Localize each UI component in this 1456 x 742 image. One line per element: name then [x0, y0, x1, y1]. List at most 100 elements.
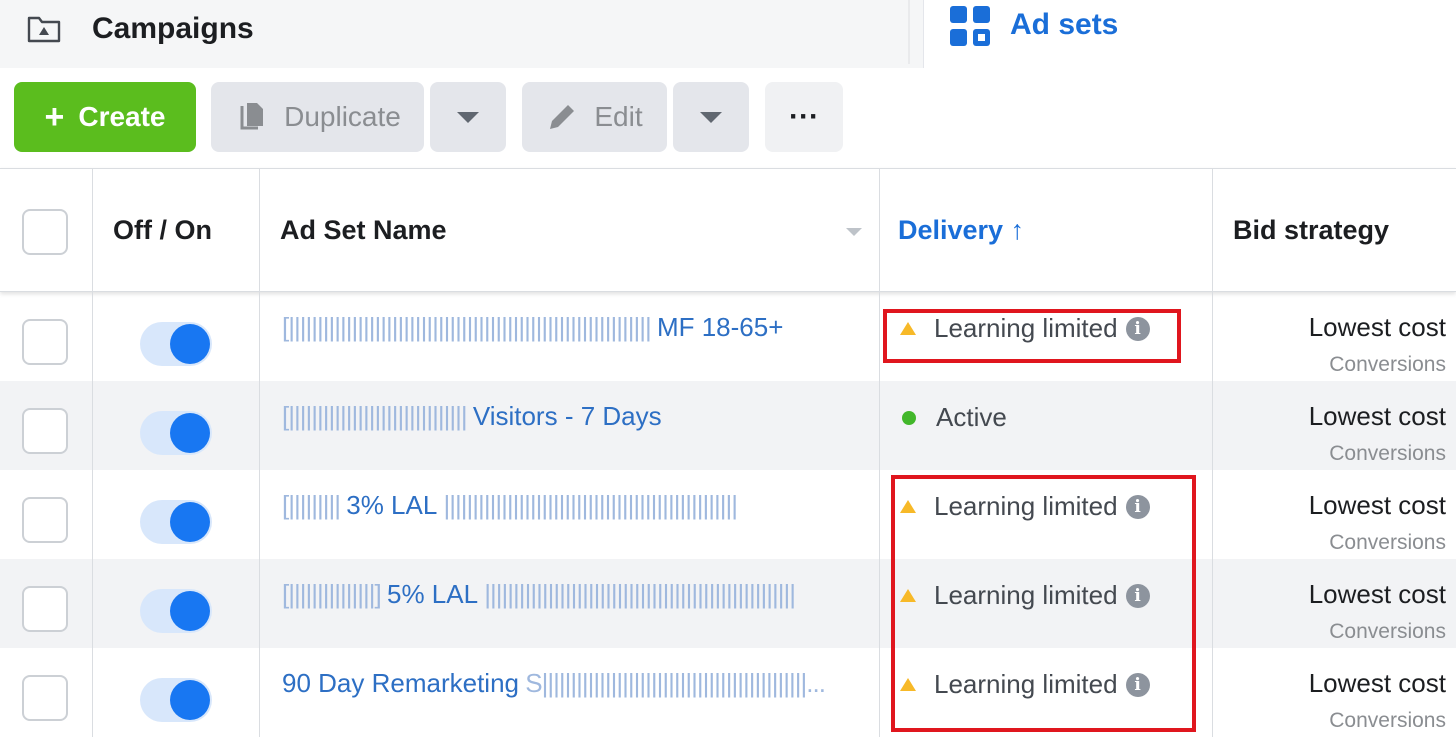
table-header: Off / On Ad Set Name Delivery ↑ Bid stra… [0, 168, 1456, 292]
name-text: 3% LAL [346, 490, 438, 520]
duplicate-button-label: Duplicate [284, 101, 401, 132]
header-delivery[interactable]: Delivery ↑ [880, 169, 1213, 291]
bid-strategy-cell: Lowest cost Conversions [1309, 490, 1446, 555]
name-suffix: S|||||||||||||||||||||||||||||||||||||||… [519, 668, 826, 698]
bid-strategy-cell: Lowest cost Conversions [1309, 579, 1446, 644]
column-divider [92, 648, 93, 737]
table-row[interactable]: [||||||||||||||||||||||||||||||| Visitor… [0, 381, 1456, 470]
column-divider [879, 559, 880, 648]
name-prefix: [|||||||||||||||] [282, 579, 387, 609]
column-divider [92, 292, 93, 381]
column-divider [92, 470, 93, 559]
tab-campaigns-label: Campaigns [92, 12, 254, 45]
sort-chevron-icon[interactable] [846, 228, 862, 236]
row-checkbox[interactable] [22, 408, 68, 454]
column-divider [259, 381, 260, 470]
highlight-box [891, 475, 1196, 732]
duplicate-dropdown-button[interactable] [430, 82, 506, 152]
header-select-cell [0, 169, 93, 291]
ad-set-name-link[interactable]: 90 Day Remarketing S||||||||||||||||||||… [282, 668, 862, 699]
header-delivery-label: Delivery ↑ [898, 215, 1025, 245]
bid-strategy-goal: Conversions [1329, 709, 1446, 732]
bid-strategy-value: Lowest cost [1308, 312, 1446, 342]
column-divider [879, 648, 880, 737]
table-row[interactable]: 90 Day Remarketing S||||||||||||||||||||… [0, 648, 1456, 737]
column-divider [1212, 470, 1213, 559]
name-text: MF 18-65+ [656, 312, 784, 342]
highlight-box [883, 309, 1181, 363]
ad-set-name-link[interactable]: [||||||||| 3% LAL ||||||||||||||||||||||… [282, 490, 862, 521]
toggle-knob [170, 591, 210, 631]
column-divider [1212, 292, 1213, 381]
edit-dropdown-button[interactable] [673, 82, 749, 152]
row-checkbox[interactable] [22, 586, 68, 632]
tab-campaigns[interactable]: Campaigns [0, 0, 924, 68]
bid-strategy-value: Lowest cost [1308, 401, 1446, 431]
column-divider [92, 381, 93, 470]
active-dot-icon [902, 410, 916, 425]
on-off-toggle[interactable] [140, 500, 212, 544]
column-divider [879, 470, 880, 559]
column-divider [259, 648, 260, 737]
row-checkbox[interactable] [22, 497, 68, 543]
bid-strategy-goal: Conversions [1329, 531, 1446, 554]
edit-button-label: Edit [594, 101, 643, 132]
bid-strategy-value: Lowest cost [1308, 579, 1446, 609]
select-all-checkbox[interactable] [22, 209, 68, 255]
more-options-button[interactable]: ··· [765, 82, 843, 152]
name-prefix: [|||||||||||||||||||||||||||||||||||||||… [282, 312, 657, 342]
column-divider [1212, 381, 1213, 470]
on-off-toggle[interactable] [140, 411, 212, 455]
column-divider [259, 559, 260, 648]
duplicate-button[interactable]: Duplicate [211, 82, 424, 152]
bid-strategy-goal: Conversions [1329, 620, 1446, 643]
bid-strategy-cell: Lowest cost Conversions [1309, 312, 1446, 377]
header-ad-set-name-label: Ad Set Name [280, 215, 447, 245]
row-checkbox[interactable] [22, 319, 68, 365]
plus-icon: + [44, 97, 65, 136]
toggle-knob [170, 502, 210, 542]
toggle-knob [170, 324, 210, 364]
bid-strategy-goal: Conversions [1329, 353, 1446, 376]
bid-strategy-value: Lowest cost [1308, 668, 1446, 698]
row-checkbox[interactable] [22, 675, 68, 721]
duplicate-icon [234, 100, 268, 134]
column-divider [1212, 648, 1213, 737]
bid-strategy-cell: Lowest cost Conversions [1309, 668, 1446, 733]
bid-strategy-goal: Conversions [1329, 442, 1446, 465]
delivery-status-label: Active [936, 402, 1007, 432]
column-divider [1212, 559, 1213, 648]
toggle-knob [170, 680, 210, 720]
name-suffix: ||||||||||||||||||||||||||||||||||||||||… [437, 490, 738, 520]
name-text: 90 Day Remarketing [282, 668, 519, 698]
chevron-down-icon [457, 111, 479, 123]
on-off-toggle[interactable] [140, 678, 212, 722]
create-button[interactable]: + Create [14, 82, 196, 152]
column-divider [259, 292, 260, 381]
pencil-icon [546, 101, 578, 133]
bid-strategy-cell: Lowest cost Conversions [1309, 401, 1446, 466]
create-button-label: Create [78, 101, 166, 132]
header-off-on: Off / On [93, 169, 260, 291]
folder-icon [27, 16, 61, 43]
ad-set-name-link[interactable]: [||||||||||||||||||||||||||||||| Visitor… [282, 401, 862, 432]
ad-set-name-link[interactable]: [|||||||||||||||] 5% LAL |||||||||||||||… [282, 579, 862, 610]
table-row[interactable]: [|||||||||||||||||||||||||||||||||||||||… [0, 292, 1456, 381]
table-row[interactable]: [||||||||| 3% LAL ||||||||||||||||||||||… [0, 470, 1456, 559]
on-off-toggle[interactable] [140, 322, 212, 366]
bid-strategy-value: Lowest cost [1308, 490, 1446, 520]
header-bid-strategy[interactable]: Bid strategy [1213, 169, 1456, 291]
tab-ad-sets-label: Ad sets [1010, 8, 1119, 41]
name-prefix: [||||||||| [282, 490, 347, 520]
header-ad-set-name[interactable]: Ad Set Name [260, 169, 880, 291]
toggle-knob [170, 413, 210, 453]
on-off-toggle[interactable] [140, 589, 212, 633]
grid-icon [950, 6, 990, 46]
column-divider [879, 292, 880, 381]
table-row[interactable]: [|||||||||||||||] 5% LAL |||||||||||||||… [0, 559, 1456, 648]
column-divider [92, 559, 93, 648]
edit-button[interactable]: Edit [522, 82, 667, 152]
name-prefix: [||||||||||||||||||||||||||||||| [282, 401, 473, 431]
ad-set-name-link[interactable]: [|||||||||||||||||||||||||||||||||||||||… [282, 312, 862, 343]
chevron-down-icon [700, 111, 722, 123]
